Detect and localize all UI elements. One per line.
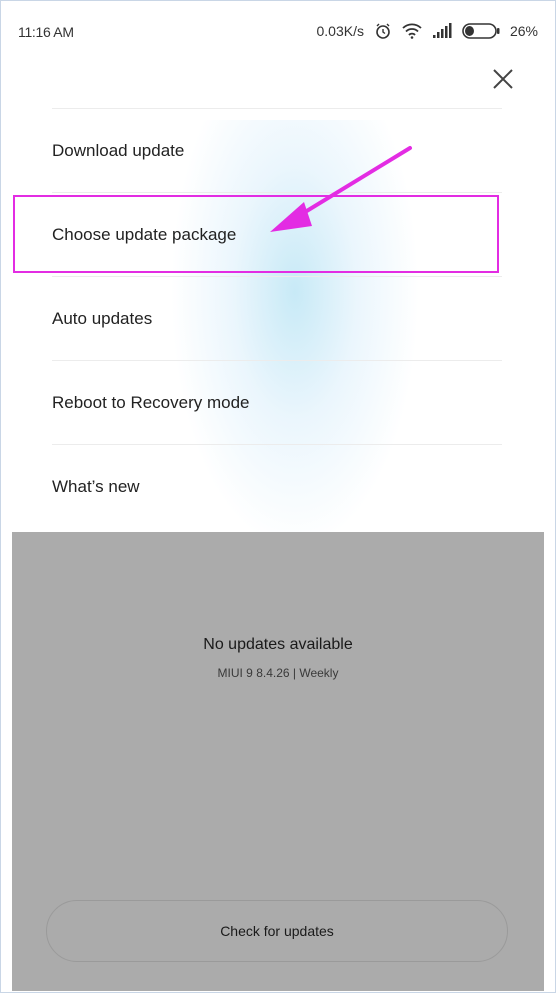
menu-item-auto-updates[interactable]: Auto updates xyxy=(52,276,502,360)
update-status-panel: No updates available MIUI 9 8.4.26 | Wee… xyxy=(12,532,544,991)
battery-percent: 26% xyxy=(509,23,538,39)
menu-item-label: Download update xyxy=(52,140,185,160)
menu-item-label: Choose update package xyxy=(52,224,237,244)
alarm-icon xyxy=(374,22,392,40)
status-bar: 11:16 AM 0.03K/s 26% xyxy=(0,0,556,60)
status-icons: 0.03K/s 26% xyxy=(316,22,538,40)
menu-item-choose-update-package[interactable]: Choose update package xyxy=(52,192,502,276)
check-for-updates-button[interactable]: Check for updates xyxy=(46,900,508,962)
signal-icon xyxy=(432,23,452,39)
close-icon xyxy=(493,69,513,89)
version-info: MIUI 9 8.4.26 | Weekly xyxy=(217,666,339,680)
menu-item-reboot-recovery[interactable]: Reboot to Recovery mode xyxy=(52,360,502,444)
battery-icon xyxy=(462,23,500,39)
wifi-icon xyxy=(402,23,422,39)
menu-item-label: Reboot to Recovery mode xyxy=(52,392,250,412)
menu-item-download-update[interactable]: Download update xyxy=(52,108,502,192)
status-time: 11:16 AM xyxy=(18,24,74,40)
status-title: No updates available xyxy=(203,636,353,653)
menu-item-label: What’s new xyxy=(52,476,140,496)
menu-item-whats-new[interactable]: What’s new xyxy=(52,444,502,528)
close-button[interactable] xyxy=(488,64,518,94)
menu-item-label: Auto updates xyxy=(52,308,153,328)
net-speed: 0.03K/s xyxy=(316,23,364,39)
options-menu: Download update Choose update package Au… xyxy=(52,108,502,528)
